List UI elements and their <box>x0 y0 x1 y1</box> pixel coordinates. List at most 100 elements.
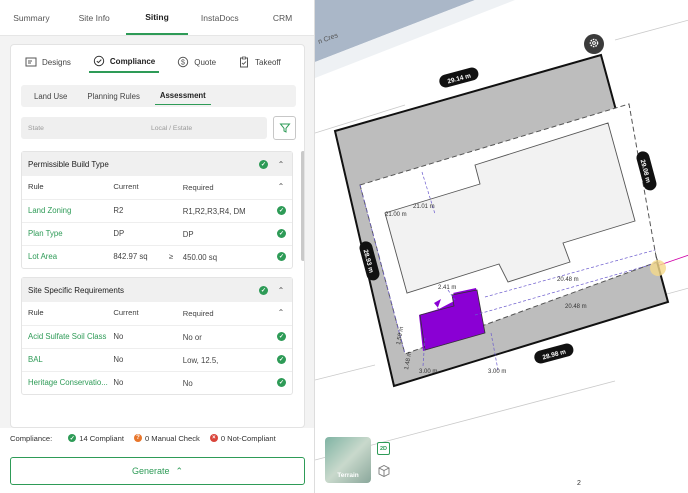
view-2d-badge[interactable]: 2D <box>377 442 390 455</box>
chevron-up-icon[interactable]: ⌃ <box>276 286 286 295</box>
check-icon: ✓ <box>277 229 286 238</box>
section-permissible-build-type: Permissible Build Type ✓ ⌃ Rule Current … <box>21 151 293 269</box>
current-value: R2 <box>113 206 124 215</box>
check-icon: ✓ <box>259 285 268 295</box>
rule-link[interactable]: Plan Type <box>28 229 113 238</box>
filter-button[interactable] <box>273 116 296 140</box>
assessment-list[interactable]: Permissible Build Type ✓ ⌃ Rule Current … <box>21 151 299 427</box>
dim-label: 3.00 m <box>488 369 506 375</box>
dim-label: 20.48 m <box>557 277 579 283</box>
check-icon: ✓ <box>277 332 286 341</box>
segment-assessment[interactable]: Assessment <box>154 87 211 105</box>
siting-card: Designs Compliance $ Quote Takeoff Land … <box>10 44 305 428</box>
tab-siting[interactable]: Siting <box>125 0 189 35</box>
tab-compliance-label: Compliance <box>109 56 156 66</box>
rule-link[interactable]: Heritage Conservatio... <box>28 378 113 387</box>
required-value: 450.00 sq <box>182 253 218 262</box>
tab-instadocs[interactable]: InstaDocs <box>188 0 251 35</box>
segment-planning-rules[interactable]: Planning Rules <box>82 88 144 105</box>
current-value: No <box>113 332 124 341</box>
section-title: Site Specific Requirements <box>28 285 125 295</box>
dim-bottom: 28.98 m <box>534 343 574 364</box>
clipboard-icon <box>238 56 250 68</box>
assessment-segment-bar: Land Use Planning Rules Assessment <box>21 85 296 107</box>
not-compliant-text: 0 Not-Compliant <box>220 433 276 443</box>
col-required: Required <box>182 309 214 318</box>
site-plan-svg: n Cres 29.14 m 29.08 m 28.93 m 28.98 m 2… <box>315 0 688 461</box>
table-header-row: Rule Current Required ⌃ <box>22 176 292 199</box>
local-estate-select[interactable]: Local / Estate <box>144 125 267 132</box>
svg-text:$: $ <box>181 60 185 67</box>
tab-compliance[interactable]: Compliance <box>88 51 160 73</box>
col-current: Current <box>113 182 139 191</box>
check-circle-icon <box>93 55 105 67</box>
generate-label: Generate <box>131 466 170 476</box>
summary-label: Compliance: <box>10 433 53 443</box>
check-icon: ✓ <box>277 206 286 215</box>
check-icon: ✓ <box>277 252 286 261</box>
rule-link[interactable]: Land Zoning <box>28 206 113 215</box>
tab-site-info[interactable]: Site Info <box>63 0 126 35</box>
segment-land-use[interactable]: Land Use <box>29 88 72 105</box>
tab-takeoff-label: Takeoff <box>255 57 281 67</box>
required-value: Low, 12.5, <box>182 356 219 365</box>
page-number: 2 <box>577 480 581 487</box>
rule-link[interactable]: Lot Area <box>28 252 113 261</box>
terrain-toggle[interactable]: Terrain <box>325 437 371 483</box>
compliant-count: ✓ 14 Compliant <box>68 434 124 443</box>
section-header[interactable]: Site Specific Requirements ✓ ⌃ <box>22 278 292 302</box>
section-header[interactable]: Permissible Build Type ✓ ⌃ <box>22 152 292 176</box>
chevron-up-icon[interactable]: ⌃ <box>276 308 286 317</box>
table-row: Acid Sulfate Soil Class No No or ✓ <box>22 325 292 348</box>
generate-button[interactable]: Generate ⌃ <box>10 457 305 485</box>
tab-crm[interactable]: CRM <box>251 0 314 35</box>
not-compliant-count: × 0 Not-Compliant <box>209 433 276 443</box>
compliant-text: 14 Compliant <box>79 433 124 443</box>
check-icon: ✓ <box>259 159 268 169</box>
cross-icon: × <box>209 434 218 442</box>
tab-summary[interactable]: Summary <box>0 0 63 35</box>
scrollbar[interactable] <box>301 151 304 261</box>
manual-check-count: ? 0 Manual Check <box>133 434 200 443</box>
site-map[interactable]: n Cres 29.14 m 29.08 m 28.93 m 28.98 m 2… <box>314 0 688 493</box>
check-icon: ✓ <box>68 434 77 442</box>
gear-icon <box>588 37 600 51</box>
table-row: Plan Type DP DP ✓ <box>22 222 292 245</box>
location-marker[interactable] <box>650 260 666 276</box>
check-icon: ✓ <box>277 378 286 387</box>
panel-body: Designs Compliance $ Quote Takeoff Land … <box>0 36 314 428</box>
table-row: Lot Area 842.97 sq ≥ 450.00 sq ✓ <box>22 245 292 268</box>
required-value: No or <box>182 333 202 342</box>
tab-quote-label: Quote <box>194 57 217 67</box>
state-select[interactable]: State <box>21 125 144 132</box>
col-current: Current <box>113 308 139 317</box>
cube-3d-icon[interactable] <box>377 464 391 478</box>
tab-designs-label: Designs <box>42 57 71 67</box>
chevron-up-icon[interactable]: ⌃ <box>276 160 286 169</box>
rule-link[interactable]: Acid Sulfate Soil Class <box>28 332 113 341</box>
dim-label: 21.01 m <box>413 204 435 210</box>
comparison-symbol: ≥ <box>168 252 174 261</box>
tab-quote[interactable]: $ Quote <box>173 51 220 73</box>
terrain-label: Terrain <box>337 472 359 479</box>
tab-designs[interactable]: Designs <box>21 51 75 73</box>
table-row: Heritage Conservatio... No No ✓ <box>22 371 292 394</box>
required-value: DP <box>182 230 194 239</box>
section-site-specific-requirements: Site Specific Requirements ✓ ⌃ Rule Curr… <box>21 277 293 395</box>
settings-button[interactable] <box>584 34 604 54</box>
required-value: No <box>182 379 193 388</box>
top-tab-bar: Summary Site Info Siting InstaDocs CRM <box>0 0 314 36</box>
current-value: No <box>113 355 124 364</box>
col-required: Required <box>182 183 214 192</box>
current-value: No <box>113 378 124 387</box>
designs-icon <box>25 56 37 68</box>
filter-inputs: State Local / Estate <box>21 117 267 139</box>
chevron-up-icon[interactable]: ⌃ <box>276 182 286 191</box>
table-row: BAL No Low, 12.5, ✓ <box>22 348 292 371</box>
dim-label: 2.41 m <box>438 285 456 291</box>
section-title: Permissible Build Type <box>28 159 109 169</box>
rule-link[interactable]: BAL <box>28 355 113 364</box>
tab-takeoff[interactable]: Takeoff <box>234 51 285 73</box>
left-panel: Summary Site Info Siting InstaDocs CRM D… <box>0 0 314 493</box>
dim-label: 20.48 m <box>565 304 587 310</box>
